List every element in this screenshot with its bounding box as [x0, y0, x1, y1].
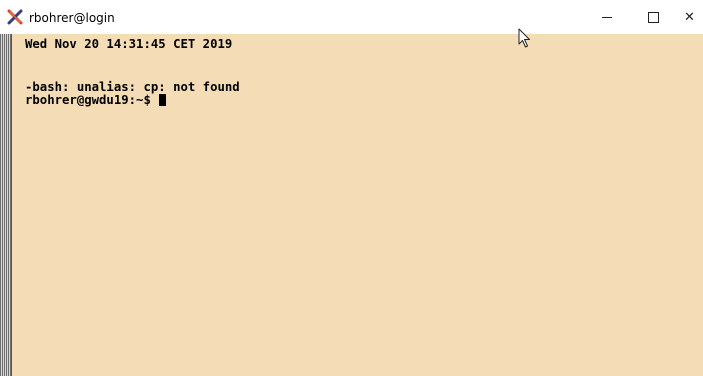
terminal-screen[interactable]: Wed Nov 20 14:31:45 CET 2019 -bash: unal… — [12, 34, 703, 376]
title-bar[interactable]: rbohrer@login ✕ — [0, 0, 703, 34]
terminal-prompt-line: rbohrer@gwdu19:~$ — [25, 93, 167, 107]
terminal-line: Wed Nov 20 14:31:45 CET 2019 — [25, 37, 233, 51]
mouse-pointer-icon — [518, 28, 530, 48]
terminal-scrollbar[interactable] — [0, 34, 12, 376]
putty-x-icon — [7, 9, 23, 25]
close-icon: ✕ — [684, 9, 695, 25]
window-title: rbohrer@login — [29, 11, 115, 25]
maximize-icon — [647, 11, 659, 23]
terminal-prompt: rbohrer@gwdu19:~$ — [25, 93, 159, 107]
text-cursor — [159, 94, 167, 106]
maximize-button[interactable] — [630, 0, 676, 34]
terminal-window: rbohrer@login ✕ Wed Nov 20 14:31:45 CET … — [0, 0, 703, 376]
minimize-icon — [602, 16, 612, 18]
close-button[interactable]: ✕ — [676, 0, 703, 34]
minimize-button[interactable] — [584, 0, 630, 34]
